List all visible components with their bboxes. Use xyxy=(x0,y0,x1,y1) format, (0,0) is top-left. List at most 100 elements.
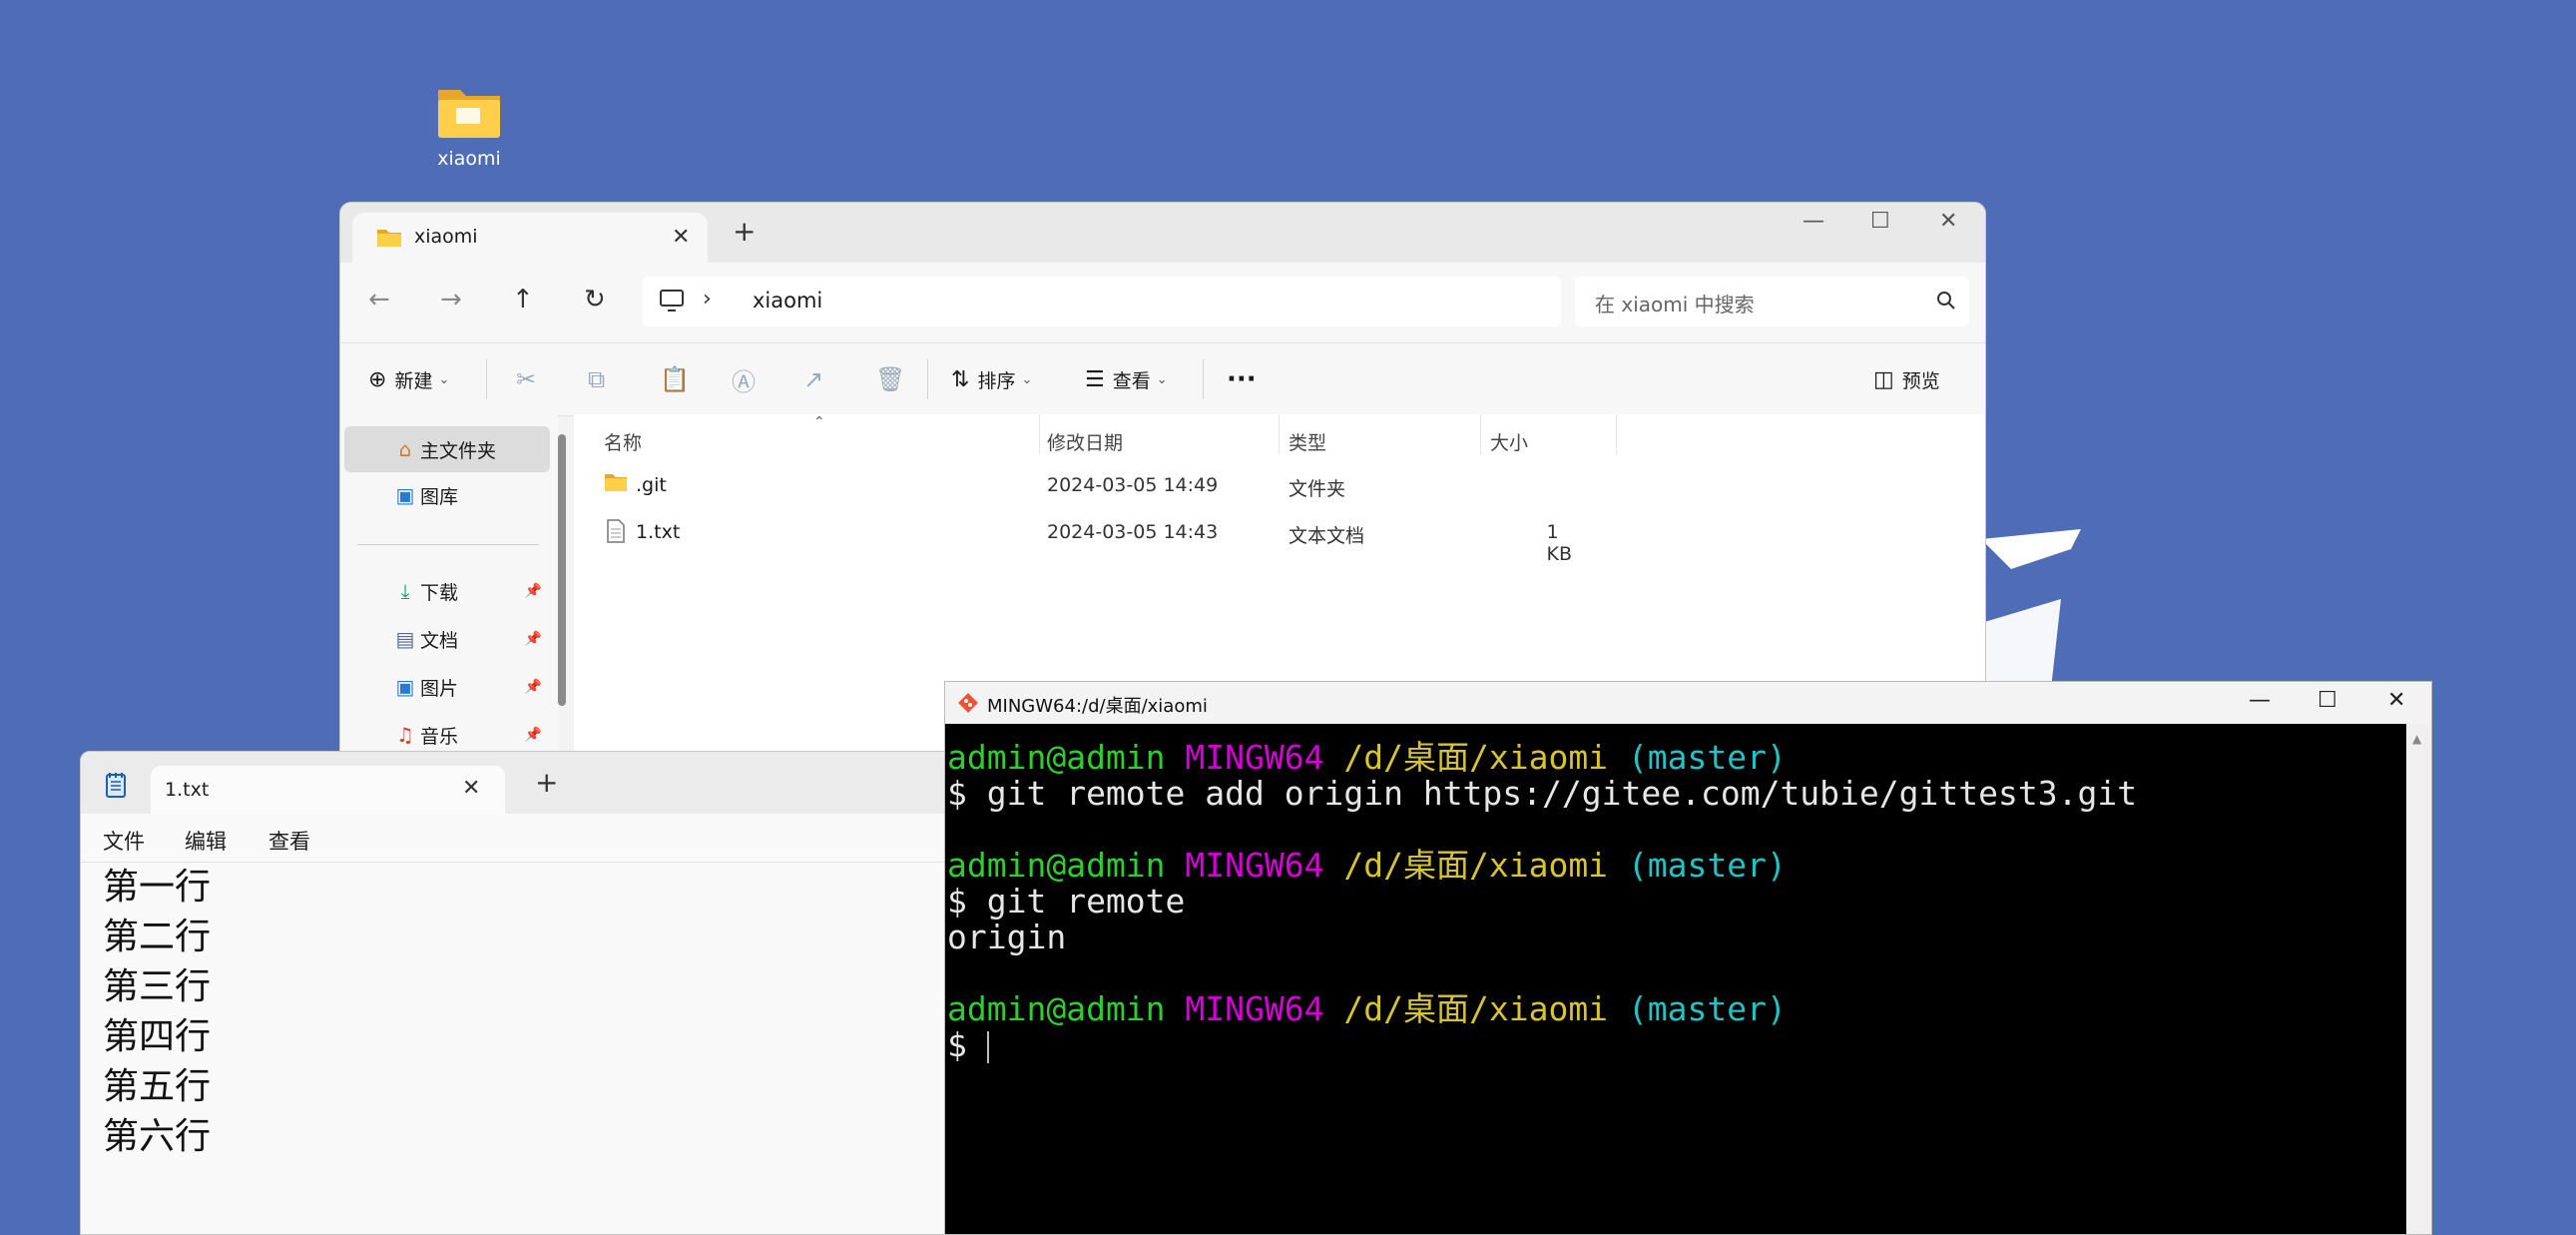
notepad-tab-strip: 1.txt ✕ + xyxy=(81,752,1079,814)
up-icon[interactable]: ↑ xyxy=(512,285,534,314)
prompt-line: admin@admin MINGW64 /d/桌面/xiaomi (master… xyxy=(947,991,1787,1027)
terminal-output[interactable]: admin@admin MINGW64 /d/桌面/xiaomi (master… xyxy=(945,724,2406,1234)
menu-file[interactable]: 文件 xyxy=(103,826,145,856)
chevron-down-icon: ⌄ xyxy=(1156,371,1168,387)
view-icon: ☰ xyxy=(1085,366,1105,392)
notepad-text-area[interactable]: 第一行 第二行 第三行 第四行 第五行 第六行 xyxy=(81,863,1079,1234)
column-divider[interactable] xyxy=(1039,414,1040,454)
text-line: 第五行 xyxy=(103,1066,212,1107)
menu-edit[interactable]: 编辑 xyxy=(185,826,227,856)
sidebar-item-label: 音乐 xyxy=(420,725,459,748)
table-row[interactable]: 1.txt 2024-03-05 14:43 文本文档 1 KB xyxy=(574,509,1572,565)
cut-button[interactable]: ✂ xyxy=(516,343,536,415)
sidebar-item-gallery[interactable]: ▣ 图库 xyxy=(344,472,550,518)
refresh-icon[interactable]: ↻ xyxy=(584,285,606,314)
prompt-user: admin@admin xyxy=(947,738,1166,777)
prompt-branch: (master) xyxy=(1627,738,1787,777)
column-header-modified[interactable]: 修改日期 xyxy=(1047,428,1123,455)
new-button[interactable]: ⊕ 新建 ⌄ xyxy=(368,343,449,415)
breadcrumb-current[interactable]: xiaomi xyxy=(753,289,822,312)
close-icon[interactable]: ✕ xyxy=(2387,688,2405,713)
prompt-branch: (master) xyxy=(1627,989,1787,1028)
forward-icon[interactable]: → xyxy=(440,285,462,314)
toolbar-divider xyxy=(486,359,487,399)
menu-view[interactable]: 查看 xyxy=(268,826,310,856)
pin-icon[interactable]: 📌 xyxy=(525,679,542,695)
folder-icon xyxy=(604,472,628,492)
minimize-icon[interactable]: — xyxy=(2249,688,2271,713)
column-header-size[interactable]: 大小 xyxy=(1490,428,1528,455)
close-icon[interactable]: ✕ xyxy=(1939,209,1957,234)
file-name: 1.txt xyxy=(636,521,681,543)
column-divider[interactable] xyxy=(1279,414,1280,454)
column-header-name[interactable]: 名称 xyxy=(604,428,642,455)
notepad-window: 1.txt ✕ + 文件 编辑 查看 第一行 第二行 第三行 第四行 第五行 第… xyxy=(80,751,1080,1235)
table-row[interactable]: .git 2024-03-05 14:49 文件夹 xyxy=(574,462,1572,508)
paste-icon: 📋 xyxy=(660,365,690,393)
desktop-folder-label: xiaomi xyxy=(437,148,501,170)
file-type: 文本文档 xyxy=(1288,525,1365,547)
sidebar-item-pictures[interactable]: ▣ 图片 📌 xyxy=(344,664,550,710)
prompt-path: /d/桌面/xiaomi xyxy=(1343,989,1609,1028)
search-placeholder: 在 xiaomi 中搜索 xyxy=(1595,293,1755,316)
home-icon: ⌂ xyxy=(398,437,412,461)
scroll-up-icon[interactable]: ▲ xyxy=(2412,732,2421,746)
terminal-window: MINGW64:/d/桌面/xiaomi — ☐ ✕ admin@admin M… xyxy=(944,681,2432,1235)
view-button[interactable]: ☰ 查看 ⌄ xyxy=(1085,343,1168,415)
prompt-env: MINGW64 xyxy=(1185,846,1324,885)
rename-button[interactable]: Ⓐ xyxy=(732,343,756,415)
address-bar[interactable]: › xiaomi xyxy=(643,277,1561,326)
copy-button[interactable]: ⧉ xyxy=(588,343,605,415)
maximize-icon[interactable]: ☐ xyxy=(2318,688,2337,713)
delete-button[interactable]: 🗑 xyxy=(875,343,905,415)
folder-icon xyxy=(434,80,504,142)
text-cursor xyxy=(986,1030,989,1063)
notepad-tab-title: 1.txt xyxy=(165,779,210,801)
column-divider[interactable] xyxy=(1616,414,1617,454)
notepad-tab[interactable]: 1.txt ✕ xyxy=(151,766,505,814)
prompt-env: MINGW64 xyxy=(1185,989,1324,1028)
sidebar-item-home[interactable]: ⌂ 主文件夹 xyxy=(344,426,550,472)
new-tab-icon[interactable]: + xyxy=(733,215,756,248)
desktop-folder-xiaomi[interactable]: xiaomi xyxy=(424,80,514,170)
column-header-type[interactable]: 类型 xyxy=(1288,428,1326,455)
pin-icon[interactable]: 📌 xyxy=(525,727,542,743)
paste-button[interactable]: 📋 xyxy=(660,343,690,415)
preview-pane-button[interactable]: ◫ 预览 xyxy=(1873,343,1940,415)
sidebar-item-downloads[interactable]: ⤓ 下载 📌 xyxy=(344,568,550,614)
search-input[interactable]: 在 xiaomi 中搜索 xyxy=(1575,277,1969,326)
explorer-tab[interactable]: xiaomi ✕ xyxy=(352,213,708,263)
current-prompt: $ xyxy=(947,1025,987,1064)
text-line: 第六行 xyxy=(103,1116,212,1157)
toolbar-divider xyxy=(1203,359,1204,399)
minimize-icon[interactable]: — xyxy=(1803,209,1824,234)
file-type: 文件夹 xyxy=(1288,478,1346,500)
maximize-icon[interactable]: ☐ xyxy=(1870,209,1890,234)
new-label: 新建 xyxy=(394,369,433,392)
file-name: .git xyxy=(636,474,667,496)
sidebar-item-label: 主文件夹 xyxy=(420,439,497,462)
share-button[interactable]: ↗ xyxy=(803,343,823,415)
download-icon: ⤓ xyxy=(400,579,410,603)
sort-button[interactable]: ⇅ 排序 ⌄ xyxy=(951,343,1032,415)
more-icon: ··· xyxy=(1227,364,1257,394)
music-icon: ♫ xyxy=(396,723,414,747)
close-tab-icon[interactable]: ✕ xyxy=(672,225,690,250)
new-tab-icon[interactable]: + xyxy=(535,766,558,799)
command-line: $ xyxy=(947,1027,989,1063)
folder-icon xyxy=(376,228,402,248)
sidebar-item-documents[interactable]: ▤ 文档 📌 xyxy=(344,616,550,662)
pin-icon[interactable]: 📌 xyxy=(525,583,542,599)
text-file-icon xyxy=(606,519,626,543)
text-line: 第一行 xyxy=(103,867,212,908)
prompt-branch: (master) xyxy=(1627,846,1787,885)
close-tab-icon[interactable]: ✕ xyxy=(462,776,480,801)
column-divider[interactable] xyxy=(1480,414,1481,454)
pin-icon[interactable]: 📌 xyxy=(525,631,542,647)
terminal-scrollbar[interactable]: ▲ xyxy=(2406,724,2431,1234)
sidebar-item-label: 图库 xyxy=(420,485,459,508)
explorer-tab-title: xiaomi xyxy=(414,226,478,248)
more-options-button[interactable]: ··· xyxy=(1227,343,1257,415)
sidebar-scrollbar[interactable] xyxy=(558,434,566,706)
back-icon[interactable]: ← xyxy=(368,285,390,314)
